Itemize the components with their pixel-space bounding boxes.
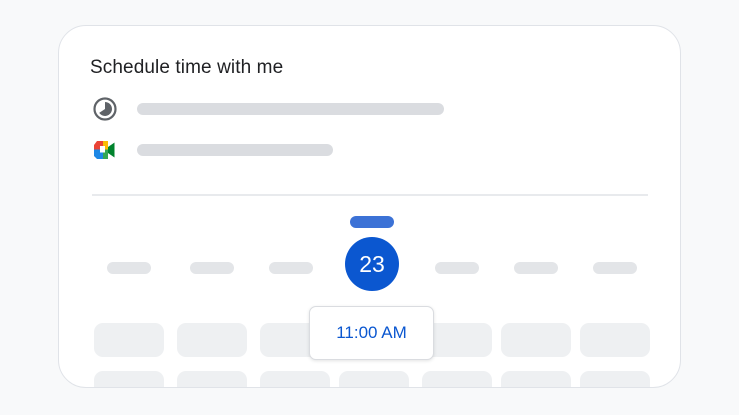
clock-icon: [93, 97, 117, 121]
day-label[interactable]: [190, 262, 234, 274]
day-label[interactable]: [593, 262, 637, 274]
schedule-card: Schedule time with me 23 11:00 AM: [58, 25, 681, 388]
card-title: Schedule time with me: [90, 57, 284, 78]
time-slot[interactable]: [94, 371, 164, 387]
day-label[interactable]: [269, 262, 313, 274]
selected-day-label: [350, 216, 394, 228]
time-slot[interactable]: [177, 323, 247, 357]
time-slot[interactable]: [339, 371, 409, 387]
meet-link-placeholder: [137, 144, 333, 156]
time-slot[interactable]: [260, 371, 330, 387]
time-slot[interactable]: [580, 323, 650, 357]
time-slot-selected[interactable]: 11:00 AM: [309, 306, 434, 360]
time-slot[interactable]: [501, 323, 571, 357]
selected-date[interactable]: 23: [345, 237, 399, 291]
time-slot[interactable]: [422, 371, 492, 387]
time-slot[interactable]: [177, 371, 247, 387]
time-slot[interactable]: [94, 323, 164, 357]
time-slot[interactable]: [501, 371, 571, 387]
day-label[interactable]: [435, 262, 479, 274]
divider: [92, 194, 648, 196]
time-slot[interactable]: [580, 371, 650, 387]
duration-placeholder: [137, 103, 444, 115]
day-label[interactable]: [514, 262, 558, 274]
google-meet-icon: [94, 141, 115, 159]
day-label[interactable]: [107, 262, 151, 274]
